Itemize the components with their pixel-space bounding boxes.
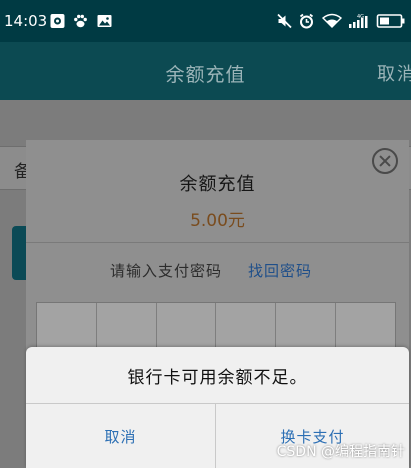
header-cancel-button[interactable]: 取消 <box>377 60 411 86</box>
status-bar: 14:03 4G <box>0 0 411 42</box>
alarm-icon <box>298 13 315 29</box>
status-time: 14:03 <box>4 12 48 30</box>
paw-icon <box>72 13 89 29</box>
watermark: CSDN @编程指南针 <box>276 444 405 460</box>
app-header: 余额充值 取消 <box>0 42 411 100</box>
close-icon[interactable] <box>372 148 398 174</box>
divider <box>26 242 409 243</box>
mute-icon <box>276 13 293 29</box>
forgot-password-link[interactable]: 找回密码 <box>248 260 312 281</box>
cancel-button[interactable]: 取消 <box>26 404 215 468</box>
page-title: 余额充值 <box>165 64 246 86</box>
payment-amount: 5.00元 <box>190 211 245 231</box>
password-prompt: 请输入支付密码 <box>110 262 223 280</box>
signal-icon: 4G <box>348 13 370 29</box>
dialog-title: 余额充值 <box>179 174 256 195</box>
wifi-icon <box>322 13 342 29</box>
image-icon <box>96 13 113 29</box>
alert-message: 银行卡可用余额不足。 <box>127 368 308 388</box>
app-notification-icon <box>49 13 66 29</box>
battery-icon <box>376 13 406 29</box>
